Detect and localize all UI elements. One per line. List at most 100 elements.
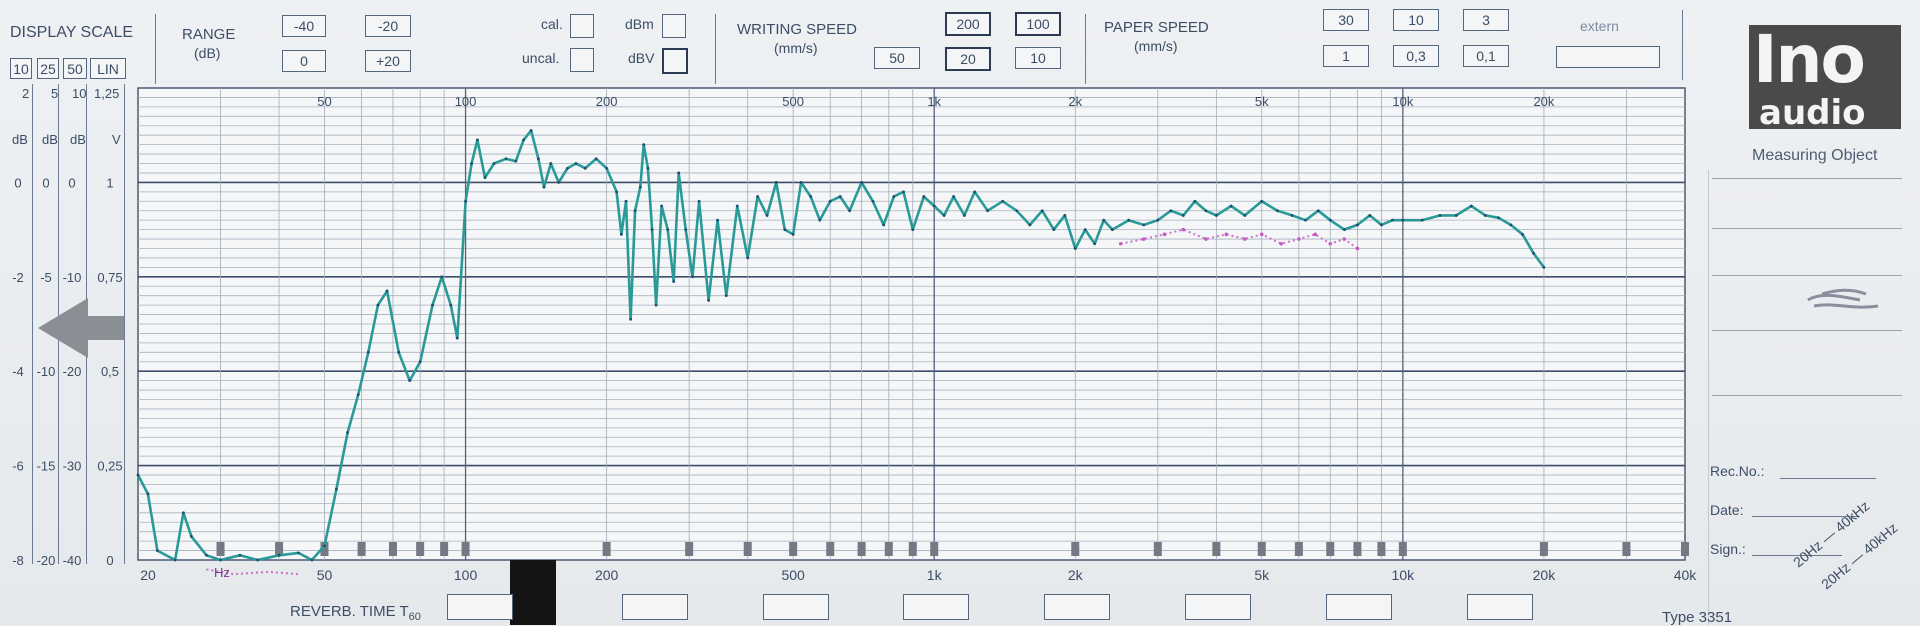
display-scale-row-label: -4 bbox=[12, 364, 24, 379]
series-point bbox=[809, 195, 813, 198]
tick-marker bbox=[857, 542, 866, 556]
series-point bbox=[470, 162, 473, 165]
series-point bbox=[1093, 242, 1097, 246]
x-tick-bottom: 20 bbox=[140, 567, 156, 583]
series-point bbox=[574, 162, 578, 165]
reverb-time-field[interactable] bbox=[763, 594, 829, 620]
series-point bbox=[136, 473, 140, 477]
series-point bbox=[1102, 218, 1106, 222]
series-point bbox=[583, 166, 587, 170]
series-point bbox=[942, 214, 946, 217]
series-point bbox=[1259, 232, 1264, 237]
form-line bbox=[1712, 178, 1902, 179]
series-point bbox=[629, 317, 633, 321]
pen-smudge bbox=[1807, 288, 1879, 309]
reverb-time-field[interactable] bbox=[1326, 594, 1392, 620]
reverb-time-field[interactable] bbox=[903, 594, 969, 620]
series-point bbox=[746, 256, 750, 260]
series-point bbox=[1141, 237, 1146, 241]
series-point bbox=[542, 185, 546, 189]
display-scale-row-label: -20 bbox=[63, 364, 82, 379]
series-point bbox=[173, 558, 177, 562]
display-scale-row-label: 0 bbox=[68, 175, 75, 190]
series-point bbox=[697, 199, 701, 203]
tick-marker bbox=[1353, 542, 1362, 556]
series-point bbox=[1542, 265, 1546, 269]
display-scale-row-label: -6 bbox=[12, 459, 24, 474]
tick-marker bbox=[1539, 542, 1548, 556]
reverb-time-field[interactable] bbox=[622, 594, 688, 620]
series-point bbox=[566, 166, 569, 170]
series-point bbox=[882, 223, 886, 227]
tick-marker bbox=[685, 542, 694, 556]
reverb-time-field[interactable] bbox=[1467, 594, 1533, 620]
series-point bbox=[1181, 214, 1185, 217]
series-point bbox=[483, 176, 487, 180]
series-point bbox=[638, 185, 642, 189]
x-tick-top: 50 bbox=[317, 94, 331, 109]
tick-marker bbox=[826, 542, 835, 556]
display-scale-row-label: -5 bbox=[40, 270, 52, 285]
series-point bbox=[1243, 214, 1247, 217]
display-scale-row-label: 0,25 bbox=[97, 459, 122, 474]
series-point bbox=[848, 209, 852, 213]
x-tick-bottom: 100 bbox=[454, 567, 478, 583]
series-point bbox=[1497, 216, 1500, 220]
series-point bbox=[1040, 209, 1044, 213]
series-point bbox=[418, 360, 422, 364]
series-point bbox=[660, 204, 663, 208]
series-point bbox=[536, 157, 540, 161]
series-point bbox=[716, 218, 720, 222]
series-point bbox=[1483, 214, 1487, 217]
reverb-time-text: REVERB. TIME T bbox=[290, 603, 409, 620]
recorder-chart-sheet: DISPLAY SCALE 10 25 50 LIN 2 5 10 1,25 d… bbox=[0, 0, 1920, 626]
series-point bbox=[449, 303, 453, 307]
series-point bbox=[1380, 223, 1383, 227]
series-point bbox=[205, 553, 208, 557]
series-point bbox=[1290, 214, 1294, 217]
display-scale-row-label: -2 bbox=[12, 270, 24, 285]
series-point bbox=[1368, 214, 1372, 217]
series-point bbox=[476, 138, 479, 142]
series-point bbox=[1142, 223, 1146, 227]
series-point bbox=[146, 492, 150, 496]
series-point bbox=[219, 558, 222, 562]
tick-marker bbox=[1622, 542, 1631, 556]
logo-audio: audio bbox=[1759, 93, 1866, 133]
series-point bbox=[1073, 247, 1077, 250]
display-scale-row-label: -30 bbox=[63, 459, 82, 474]
tick-marker bbox=[440, 542, 449, 556]
x-tick-top: 10k bbox=[1392, 94, 1413, 109]
series-point bbox=[1260, 199, 1264, 203]
series-point bbox=[646, 166, 650, 170]
series-point bbox=[514, 159, 518, 163]
series-point bbox=[155, 549, 159, 552]
series-point bbox=[952, 195, 956, 198]
series-point bbox=[1083, 228, 1087, 232]
series-point bbox=[182, 511, 185, 515]
series-point bbox=[1521, 232, 1524, 236]
series-point bbox=[1454, 214, 1458, 217]
reverb-time-field[interactable] bbox=[1185, 594, 1251, 620]
series-point bbox=[774, 181, 778, 184]
grid bbox=[137, 87, 1689, 561]
black-marker bbox=[510, 560, 556, 625]
series-point bbox=[1391, 218, 1394, 222]
tick-marker bbox=[416, 542, 425, 556]
series-point bbox=[860, 181, 864, 184]
series-point bbox=[1420, 218, 1424, 222]
series-point bbox=[557, 181, 561, 184]
reverb-time-field[interactable] bbox=[1044, 594, 1110, 620]
series-point bbox=[238, 553, 242, 557]
series-point bbox=[1015, 209, 1019, 213]
tick-marker bbox=[743, 542, 752, 556]
x-tick-top: 2k bbox=[1068, 94, 1082, 109]
x-tick-bottom: 20k bbox=[1533, 567, 1557, 583]
tick-marker bbox=[930, 542, 939, 556]
reverb-time-field[interactable] bbox=[447, 594, 513, 620]
display-scale-row-label: -10 bbox=[63, 270, 82, 285]
series-point bbox=[892, 195, 896, 198]
series-point bbox=[691, 275, 694, 279]
side-panel-border bbox=[1708, 170, 1709, 625]
display-scale-row-label: 1 bbox=[106, 175, 113, 190]
